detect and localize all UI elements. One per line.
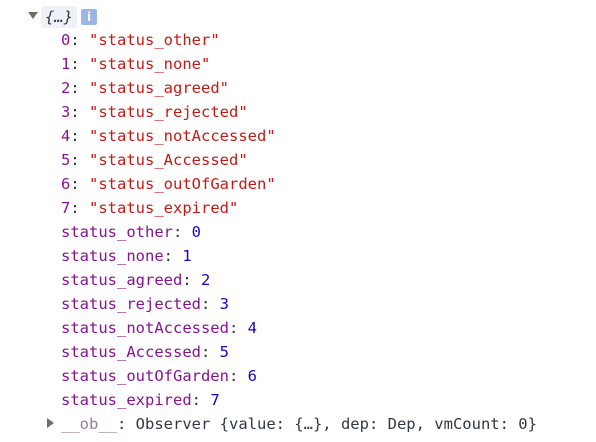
property-value: 3 — [219, 295, 229, 313]
property-row[interactable]: 2: "status_agreed" — [61, 76, 229, 100]
property-row[interactable]: status_none: 1 — [61, 244, 192, 268]
property-row[interactable]: 3: "status_rejected" — [61, 100, 248, 124]
property-value: 6 — [247, 367, 257, 385]
property-row[interactable]: status_rejected: 3 — [61, 292, 229, 316]
property-value: 1 — [182, 247, 192, 265]
object-preview[interactable]: {…} — [41, 6, 77, 28]
property-row[interactable]: 4: "status_notAccessed" — [61, 124, 276, 148]
property-row[interactable]: status_outOfGarden: 6 — [61, 364, 257, 388]
property-key: status_outOfGarden — [61, 367, 229, 385]
property-value: "status_expired" — [89, 199, 239, 217]
property-value: 0 — [191, 223, 201, 241]
property-row[interactable]: 5: "status_Accessed" — [61, 148, 248, 172]
property-key: 0 — [61, 31, 71, 49]
observer-row[interactable]: __ob__: Observer {value: {…}, dep: Dep, … — [61, 412, 537, 436]
property-key: 6 — [61, 175, 71, 193]
expand-arrow-icon[interactable] — [47, 418, 54, 428]
property-key: 5 — [61, 151, 71, 169]
property-value: "status_notAccessed" — [89, 127, 276, 145]
property-key: 1 — [61, 55, 71, 73]
object-preview-label: {…} — [45, 8, 73, 26]
property-row[interactable]: 1: "status_none" — [61, 52, 210, 76]
property-value: "status_rejected" — [89, 103, 248, 121]
property-key: status_rejected — [61, 295, 201, 313]
property-row[interactable]: status_other: 0 — [61, 220, 201, 244]
collapse-arrow-icon[interactable] — [28, 12, 38, 19]
property-value: "status_other" — [89, 31, 220, 49]
property-key: 4 — [61, 127, 71, 145]
property-key: __ob__ — [61, 415, 117, 433]
property-row[interactable]: status_agreed: 2 — [61, 268, 210, 292]
property-key: 3 — [61, 103, 71, 121]
property-value: Observer {value: {…}, dep: Dep, vmCount:… — [135, 415, 537, 433]
property-value: 2 — [201, 271, 211, 289]
property-row[interactable]: status_expired: 7 — [61, 388, 220, 412]
property-value: "status_none" — [89, 55, 211, 73]
property-key: status_agreed — [61, 271, 183, 289]
property-row[interactable]: status_notAccessed: 4 — [61, 316, 257, 340]
property-row[interactable]: 0: "status_other" — [61, 28, 220, 52]
info-icon[interactable]: i — [81, 9, 97, 25]
property-value: 5 — [219, 343, 229, 361]
property-value: "status_agreed" — [89, 79, 229, 97]
property-key: status_none — [61, 247, 164, 265]
property-key: status_Accessed — [61, 343, 201, 361]
property-key: 7 — [61, 199, 71, 217]
property-row[interactable]: status_Accessed: 5 — [61, 340, 229, 364]
property-key: status_other — [61, 223, 173, 241]
property-row[interactable]: 7: "status_expired" — [61, 196, 238, 220]
property-value: "status_Accessed" — [89, 151, 248, 169]
property-value: 7 — [210, 391, 220, 409]
property-value: "status_outOfGarden" — [89, 175, 276, 193]
property-key: 2 — [61, 79, 71, 97]
property-key: status_notAccessed — [61, 319, 229, 337]
property-value: 4 — [247, 319, 257, 337]
property-key: status_expired — [61, 391, 192, 409]
property-row[interactable]: 6: "status_outOfGarden" — [61, 172, 276, 196]
